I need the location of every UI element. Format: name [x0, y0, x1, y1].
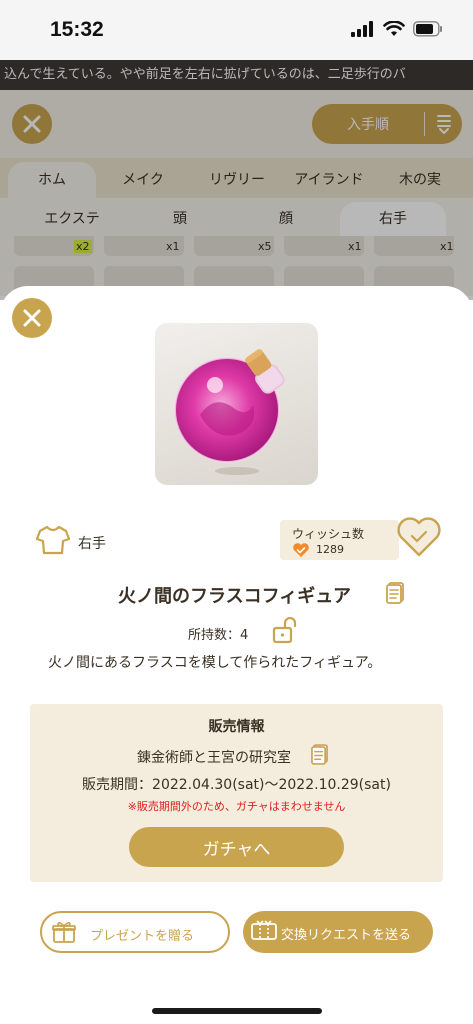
signal-icon [351, 21, 373, 37]
status-bar: 15:32 [0, 0, 473, 60]
trade-request-button[interactable]: 交換リクエストを送る [243, 911, 433, 953]
wish-count: 1289 [316, 543, 344, 556]
close-button[interactable] [12, 298, 52, 338]
sale-warning: ※販売期間外のため、ガチャはまわせません [127, 800, 346, 813]
wifi-icon [383, 21, 405, 36]
close-icon [23, 309, 41, 327]
trade-request-label: 交換リクエストを送る [281, 928, 412, 943]
wish-label: ウィッシュ数 [292, 527, 365, 541]
status-icons [351, 21, 443, 37]
send-present-label: プレゼントを贈る [90, 929, 195, 944]
sale-title: 販売情報 [208, 719, 265, 735]
item-name: 火ノ間のフラスコフィギュア [118, 586, 351, 607]
send-present-button[interactable]: プレゼントを贈る [40, 911, 230, 953]
modal-backdrop[interactable] [0, 60, 473, 300]
ticket-icon [251, 920, 277, 940]
sale-info-box: 販売情報 錬金術師と王宮の研究室 販売期間：2022.04.30(sat)〜20… [30, 704, 443, 882]
sale-shop-name: 錬金術師と王宮の研究室 [137, 750, 291, 766]
document-icon[interactable] [311, 744, 328, 765]
unlock-icon[interactable] [271, 617, 299, 645]
gift-icon [52, 922, 76, 943]
item-detail-sheet: 右手 ウィッシュ数 1289 火ノ間のフラスコフィギュア 所持数：4 火ノ間にあ… [0, 286, 473, 1024]
battery-icon [413, 21, 442, 37]
wish-heart-button[interactable] [396, 516, 442, 558]
home-indicator[interactable] [152, 1008, 322, 1014]
gacha-button[interactable]: ガチャへ [129, 827, 344, 867]
status-time: 15:32 [50, 18, 104, 41]
shirt-icon [36, 525, 70, 555]
item-image [155, 323, 318, 485]
heart-icon [293, 543, 309, 557]
item-description: 火ノ間にあるフラスコを模して作られたフィギュア。 [48, 655, 382, 671]
item-category: 右手 [78, 536, 106, 552]
flask-figure-image [174, 349, 285, 475]
owned-count: 所持数：4 [188, 628, 249, 643]
wish-count-box: ウィッシュ数 1289 [280, 520, 399, 560]
sale-period: 販売期間：2022.04.30(sat)〜2022.10.29(sat) [82, 777, 391, 793]
document-icon[interactable] [386, 582, 404, 604]
